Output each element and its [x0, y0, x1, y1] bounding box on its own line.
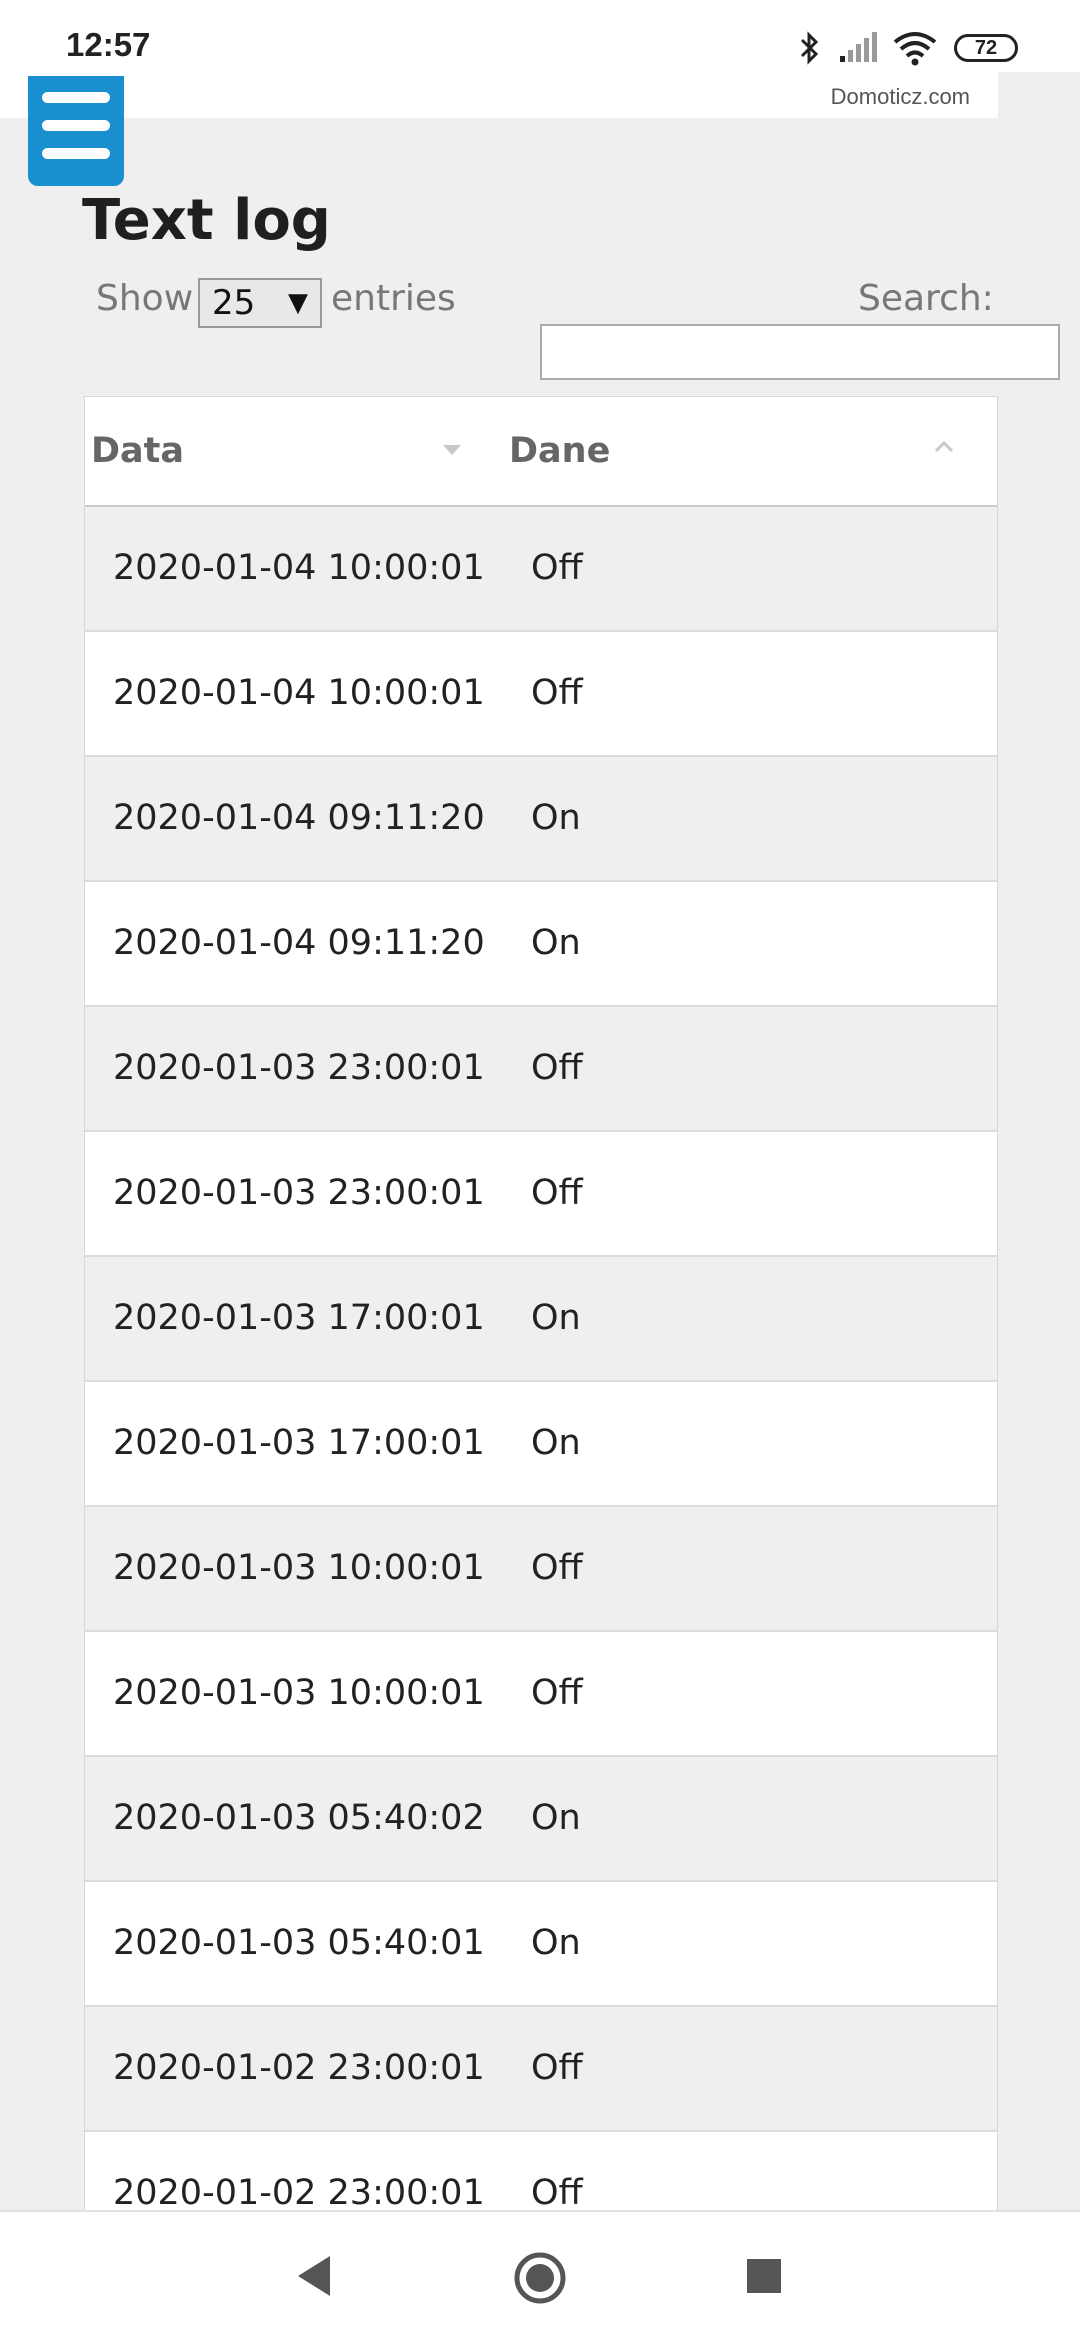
- table-row[interactable]: 2020-01-03 23:00:01 Off: [85, 1132, 997, 1257]
- status-time: 12:57: [66, 26, 151, 63]
- cell-value: On: [531, 1798, 581, 1838]
- show-label: Show: [96, 278, 194, 319]
- menu-bar-line: [42, 120, 110, 131]
- page-title: Text log: [82, 188, 331, 253]
- cell-date: 2020-01-04 10:00:01: [113, 548, 485, 588]
- navigation-bar: [0, 2210, 1080, 2342]
- table-row[interactable]: 2020-01-03 17:00:01 On: [85, 1382, 997, 1507]
- cell-date: 2020-01-03 05:40:01: [113, 1923, 485, 1963]
- wifi-icon: [893, 32, 937, 66]
- cell-value: On: [531, 1423, 581, 1463]
- cell-value: Off: [531, 2048, 583, 2088]
- search-label: Search:: [858, 278, 994, 319]
- cell-date: 2020-01-03 23:00:01: [113, 1173, 485, 1213]
- cell-date: 2020-01-04 09:11:20: [113, 923, 485, 963]
- table-row[interactable]: 2020-01-03 05:40:02 On: [85, 1757, 997, 1882]
- cell-date: 2020-01-03 17:00:01: [113, 1298, 485, 1338]
- table-header: Data Dane: [85, 397, 997, 507]
- cell-date: 2020-01-04 10:00:01: [113, 673, 485, 713]
- cell-value: On: [531, 798, 581, 838]
- cell-value: Off: [531, 673, 583, 713]
- cell-value: Off: [531, 548, 583, 588]
- cell-date: 2020-01-02 23:00:01: [113, 2048, 485, 2088]
- menu-bar-line: [42, 92, 110, 103]
- entries-select[interactable]: 25 ▼: [198, 278, 322, 328]
- sort-desc-icon[interactable]: [441, 443, 463, 457]
- table-row[interactable]: 2020-01-03 10:00:01 Off: [85, 1632, 997, 1757]
- cell-date: 2020-01-03 05:40:02: [113, 1798, 485, 1838]
- cell-date: 2020-01-03 10:00:01: [113, 1673, 485, 1713]
- search-input[interactable]: [540, 324, 1060, 380]
- entries-select-value: 25: [212, 283, 256, 323]
- cell-value: Off: [531, 1173, 583, 1213]
- home-icon[interactable]: [512, 2250, 568, 2306]
- table-row[interactable]: 2020-01-03 23:00:01 Off: [85, 1007, 997, 1132]
- hamburger-menu-icon[interactable]: [28, 76, 124, 186]
- brand-bar: Domoticz.com: [0, 72, 998, 118]
- table-row[interactable]: 2020-01-03 05:40:01 On: [85, 1882, 997, 2007]
- cell-value: On: [531, 923, 581, 963]
- cell-signal-icon: [840, 32, 877, 62]
- entries-label: entries: [331, 278, 456, 319]
- battery-icon: 72: [954, 34, 1018, 62]
- table-row[interactable]: 2020-01-04 09:11:20 On: [85, 882, 997, 1007]
- status-bar: 12:57 72: [0, 0, 1080, 72]
- bluetooth-icon: [800, 31, 819, 65]
- brand-link[interactable]: Domoticz.com: [831, 84, 970, 110]
- table-row[interactable]: 2020-01-04 09:11:20 On: [85, 757, 997, 882]
- table-row[interactable]: 2020-01-03 17:00:01 On: [85, 1257, 997, 1382]
- table-row[interactable]: 2020-01-04 10:00:01 Off: [85, 632, 997, 757]
- cell-value: On: [531, 1298, 581, 1338]
- cell-value: Off: [531, 1673, 583, 1713]
- column-header-dane[interactable]: Dane: [509, 397, 610, 505]
- sort-asc-icon[interactable]: [933, 439, 955, 453]
- cell-value: Off: [531, 1548, 583, 1588]
- table-row[interactable]: 2020-01-04 10:00:01 Off: [85, 507, 997, 632]
- cell-date: 2020-01-03 10:00:01: [113, 1548, 485, 1588]
- caret-down-icon: ▼: [288, 288, 308, 318]
- table-row[interactable]: 2020-01-03 10:00:01 Off: [85, 1507, 997, 1632]
- recents-icon[interactable]: [746, 2258, 782, 2294]
- cell-date: 2020-01-03 23:00:01: [113, 1048, 485, 1088]
- table-controls: Show 25 ▼ entries Search:: [0, 270, 1080, 380]
- column-header-data[interactable]: Data: [91, 397, 184, 505]
- cell-date: 2020-01-04 09:11:20: [113, 798, 485, 838]
- cell-date: 2020-01-03 17:00:01: [113, 1423, 485, 1463]
- text-log-table: Data Dane 2020-01-04 10:00:01 Off 2020-0…: [84, 396, 998, 2296]
- menu-bar-line: [42, 148, 110, 159]
- cell-value: On: [531, 1923, 581, 1963]
- cell-value: Off: [531, 1048, 583, 1088]
- back-icon[interactable]: [296, 2252, 332, 2300]
- table-row[interactable]: 2020-01-02 23:00:01 Off: [85, 2007, 997, 2132]
